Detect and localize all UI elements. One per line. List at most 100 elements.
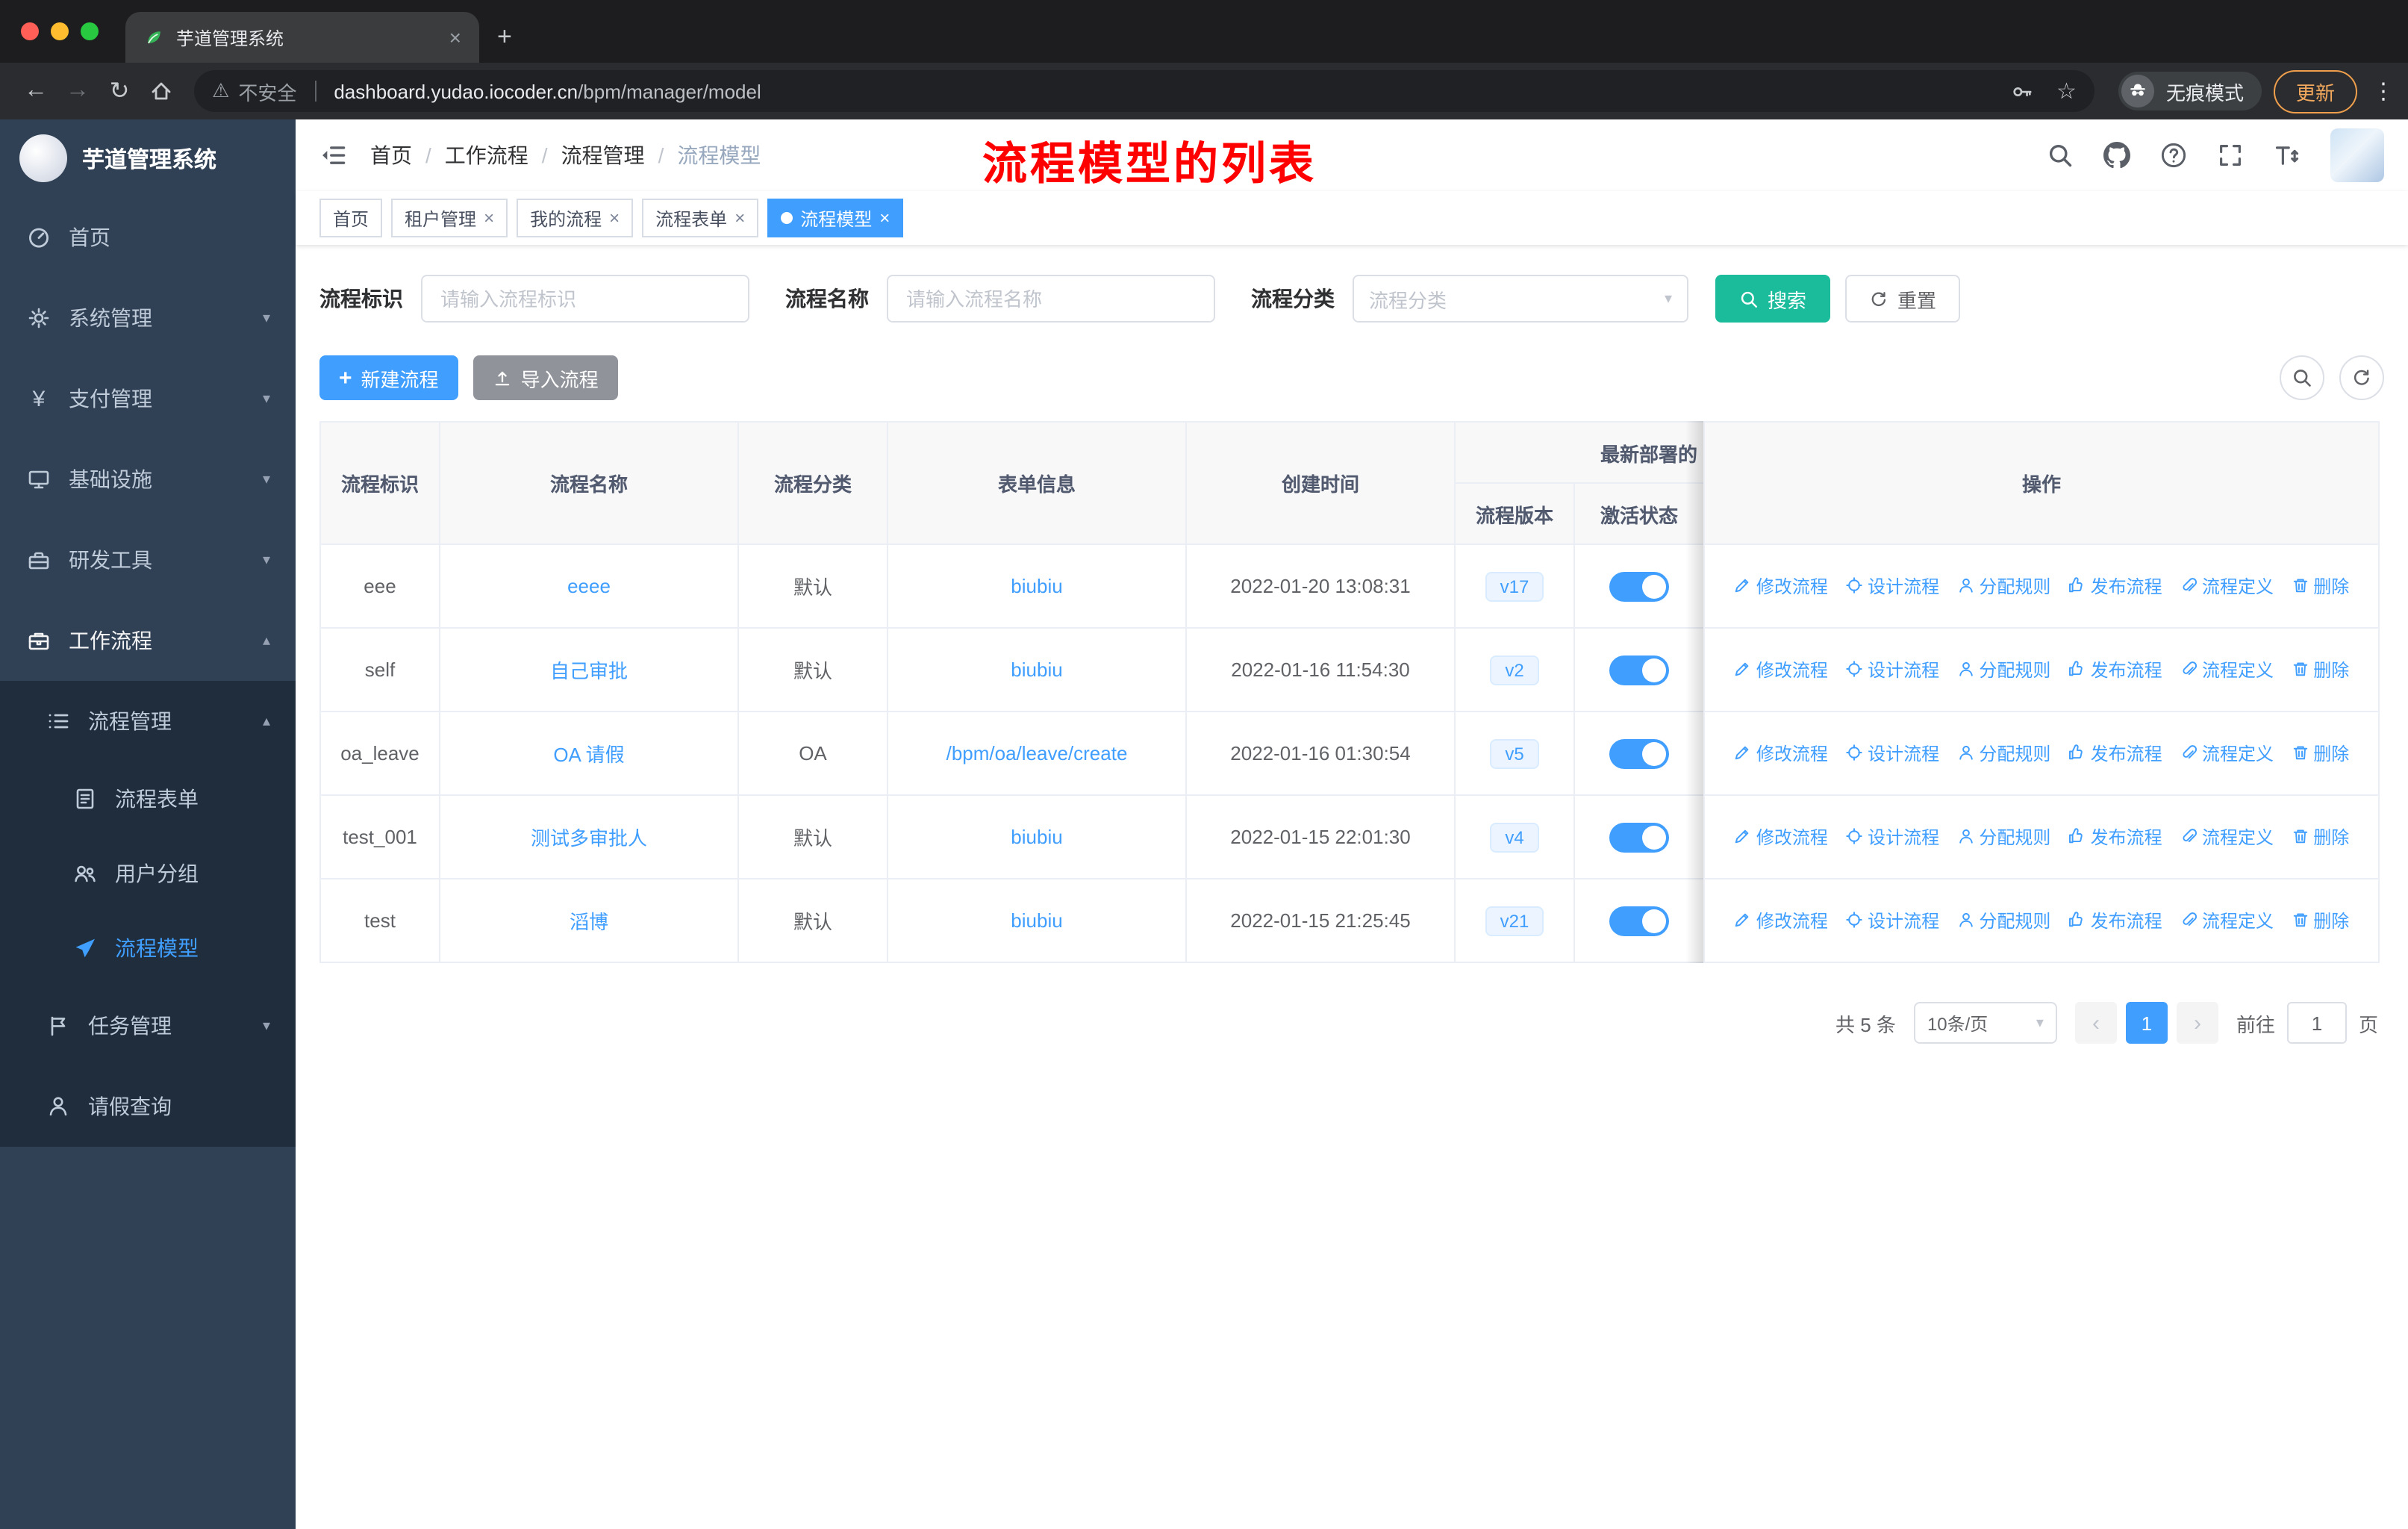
action-publish-process[interactable]: 发布流程 [2068, 824, 2162, 850]
action-edit-process[interactable]: 修改流程 [1734, 824, 1828, 850]
address-bar[interactable]: ⚠ 不安全 dashboard.yudao.iocoder.cn/bpm/man… [194, 70, 2094, 112]
version-badge[interactable]: v4 [1490, 822, 1539, 852]
process-name-link[interactable]: 测试多审批人 [531, 827, 647, 850]
action-assign-rule[interactable]: 分配规则 [1956, 824, 2050, 850]
sidebar-item-process-management[interactable]: 流程管理 ▴ [0, 681, 296, 762]
reload-button[interactable]: ↻ [99, 76, 140, 106]
page-number-button[interactable]: 1 [2125, 1002, 2168, 1044]
breadcrumb-item[interactable]: 工作流程 [445, 140, 528, 170]
browser-tab[interactable]: 芋道管理系统 × [125, 12, 479, 63]
fullscreen-icon[interactable] [2217, 142, 2244, 169]
action-design-process[interactable]: 设计流程 [1845, 908, 1939, 933]
github-icon[interactable] [2103, 142, 2130, 169]
window-minimize-button[interactable] [51, 22, 69, 40]
window-zoom-button[interactable] [81, 22, 99, 40]
toggle-search-button[interactable] [2280, 355, 2324, 400]
tag-process-form[interactable]: 流程表单 × [642, 199, 759, 237]
tab-close-icon[interactable]: × [449, 25, 461, 49]
tag-process-model[interactable]: 流程模型 × [767, 199, 904, 237]
tag-close-icon[interactable]: × [484, 208, 494, 228]
active-toggle[interactable] [1609, 738, 1669, 768]
tag-home[interactable]: 首页 [319, 199, 383, 237]
form-link[interactable]: /bpm/oa/leave/create [946, 742, 1128, 764]
forward-button[interactable]: → [57, 78, 99, 105]
action-delete[interactable]: 删除 [2291, 657, 2349, 682]
search-icon[interactable] [2047, 142, 2074, 169]
tag-tenant[interactable]: 租户管理 × [391, 199, 508, 237]
process-key-input[interactable] [421, 275, 749, 323]
back-button[interactable]: ← [15, 78, 57, 105]
process-name-link[interactable]: 滔博 [570, 911, 608, 933]
sidebar-item-task-management[interactable]: 任务管理 ▾ [0, 985, 296, 1066]
sidebar-item-leave-query[interactable]: 请假查询 [0, 1066, 296, 1147]
action-process-definition[interactable]: 流程定义 [2180, 657, 2274, 682]
action-assign-rule[interactable]: 分配规则 [1956, 908, 2050, 933]
app-logo[interactable]: 芋道管理系统 [0, 119, 296, 197]
create-process-button[interactable]: + 新建流程 [319, 355, 458, 400]
font-size-icon[interactable] [2274, 142, 2301, 169]
active-toggle[interactable] [1609, 822, 1669, 852]
tag-close-icon[interactable]: × [609, 208, 620, 228]
action-assign-rule[interactable]: 分配规则 [1956, 657, 2050, 682]
sidebar-item-home[interactable]: 首页 [0, 197, 296, 278]
action-process-definition[interactable]: 流程定义 [2180, 573, 2274, 599]
security-label[interactable]: 不安全 [238, 77, 296, 105]
action-delete[interactable]: 删除 [2291, 573, 2349, 599]
active-toggle[interactable] [1609, 571, 1669, 601]
breadcrumb-item[interactable]: 首页 [370, 140, 412, 170]
reset-button[interactable]: 重置 [1845, 275, 1961, 323]
sidebar-item-system[interactable]: 系统管理 ▾ [0, 278, 296, 358]
category-select[interactable]: 流程分类 ▾ [1353, 275, 1688, 323]
action-design-process[interactable]: 设计流程 [1845, 573, 1939, 599]
sidebar-item-process-model[interactable]: 流程模型 [0, 911, 296, 985]
sidebar-item-process-form[interactable]: 流程表单 [0, 762, 296, 836]
action-process-definition[interactable]: 流程定义 [2180, 741, 2274, 766]
action-assign-rule[interactable]: 分配规则 [1956, 741, 2050, 766]
action-design-process[interactable]: 设计流程 [1845, 657, 1939, 682]
action-delete[interactable]: 删除 [2291, 741, 2349, 766]
bookmark-star-icon[interactable]: ☆ [2056, 78, 2077, 105]
form-link[interactable]: biubiu [1011, 575, 1062, 597]
password-key-icon[interactable] [2010, 80, 2033, 102]
process-name-input[interactable] [887, 275, 1215, 323]
home-button[interactable] [140, 78, 182, 105]
action-delete[interactable]: 删除 [2291, 824, 2349, 850]
window-close-button[interactable] [21, 22, 39, 40]
action-design-process[interactable]: 设计流程 [1845, 741, 1939, 766]
help-icon[interactable] [2160, 142, 2187, 169]
process-name-link[interactable]: eeee [567, 575, 611, 597]
version-badge[interactable]: v2 [1490, 655, 1539, 685]
action-process-definition[interactable]: 流程定义 [2180, 908, 2274, 933]
process-name-link[interactable]: 自己审批 [550, 660, 628, 682]
url-text[interactable]: dashboard.yudao.iocoder.cn/bpm/manager/m… [334, 80, 2001, 102]
process-name-link[interactable]: OA 请假 [553, 744, 624, 766]
action-edit-process[interactable]: 修改流程 [1734, 908, 1828, 933]
action-publish-process[interactable]: 发布流程 [2068, 573, 2162, 599]
update-button[interactable]: 更新 [2273, 69, 2357, 113]
sidebar-item-user-group[interactable]: 用户分组 [0, 836, 296, 911]
form-link[interactable]: biubiu [1011, 658, 1062, 681]
new-tab-button[interactable]: + [479, 12, 530, 63]
refresh-table-button[interactable] [2339, 355, 2384, 400]
breadcrumb-item[interactable]: 流程管理 [561, 140, 645, 170]
sidebar-item-devtools[interactable]: 研发工具 ▾ [0, 520, 296, 600]
page-size-select[interactable]: 10条/页 ▾ [1913, 1002, 2057, 1044]
sidebar-item-payment[interactable]: ¥ 支付管理 ▾ [0, 358, 296, 439]
version-badge[interactable]: v5 [1490, 738, 1539, 768]
browser-menu-icon[interactable]: ⋮ [2372, 78, 2395, 105]
form-link[interactable]: biubiu [1011, 826, 1062, 848]
prev-page-button[interactable]: ‹ [2074, 1002, 2117, 1044]
tag-close-icon[interactable]: × [734, 208, 745, 228]
action-edit-process[interactable]: 修改流程 [1734, 573, 1828, 599]
action-publish-process[interactable]: 发布流程 [2068, 741, 2162, 766]
action-process-definition[interactable]: 流程定义 [2180, 824, 2274, 850]
search-button[interactable]: 搜索 [1715, 275, 1831, 323]
active-toggle[interactable] [1609, 655, 1669, 685]
user-avatar[interactable] [2330, 128, 2384, 182]
sidebar-toggle-icon[interactable] [319, 142, 346, 169]
action-publish-process[interactable]: 发布流程 [2068, 657, 2162, 682]
version-badge[interactable]: v17 [1485, 571, 1544, 601]
import-process-button[interactable]: 导入流程 [472, 355, 618, 400]
sidebar-item-workflow[interactable]: 工作流程 ▴ [0, 600, 296, 681]
next-page-button[interactable]: › [2176, 1002, 2218, 1044]
